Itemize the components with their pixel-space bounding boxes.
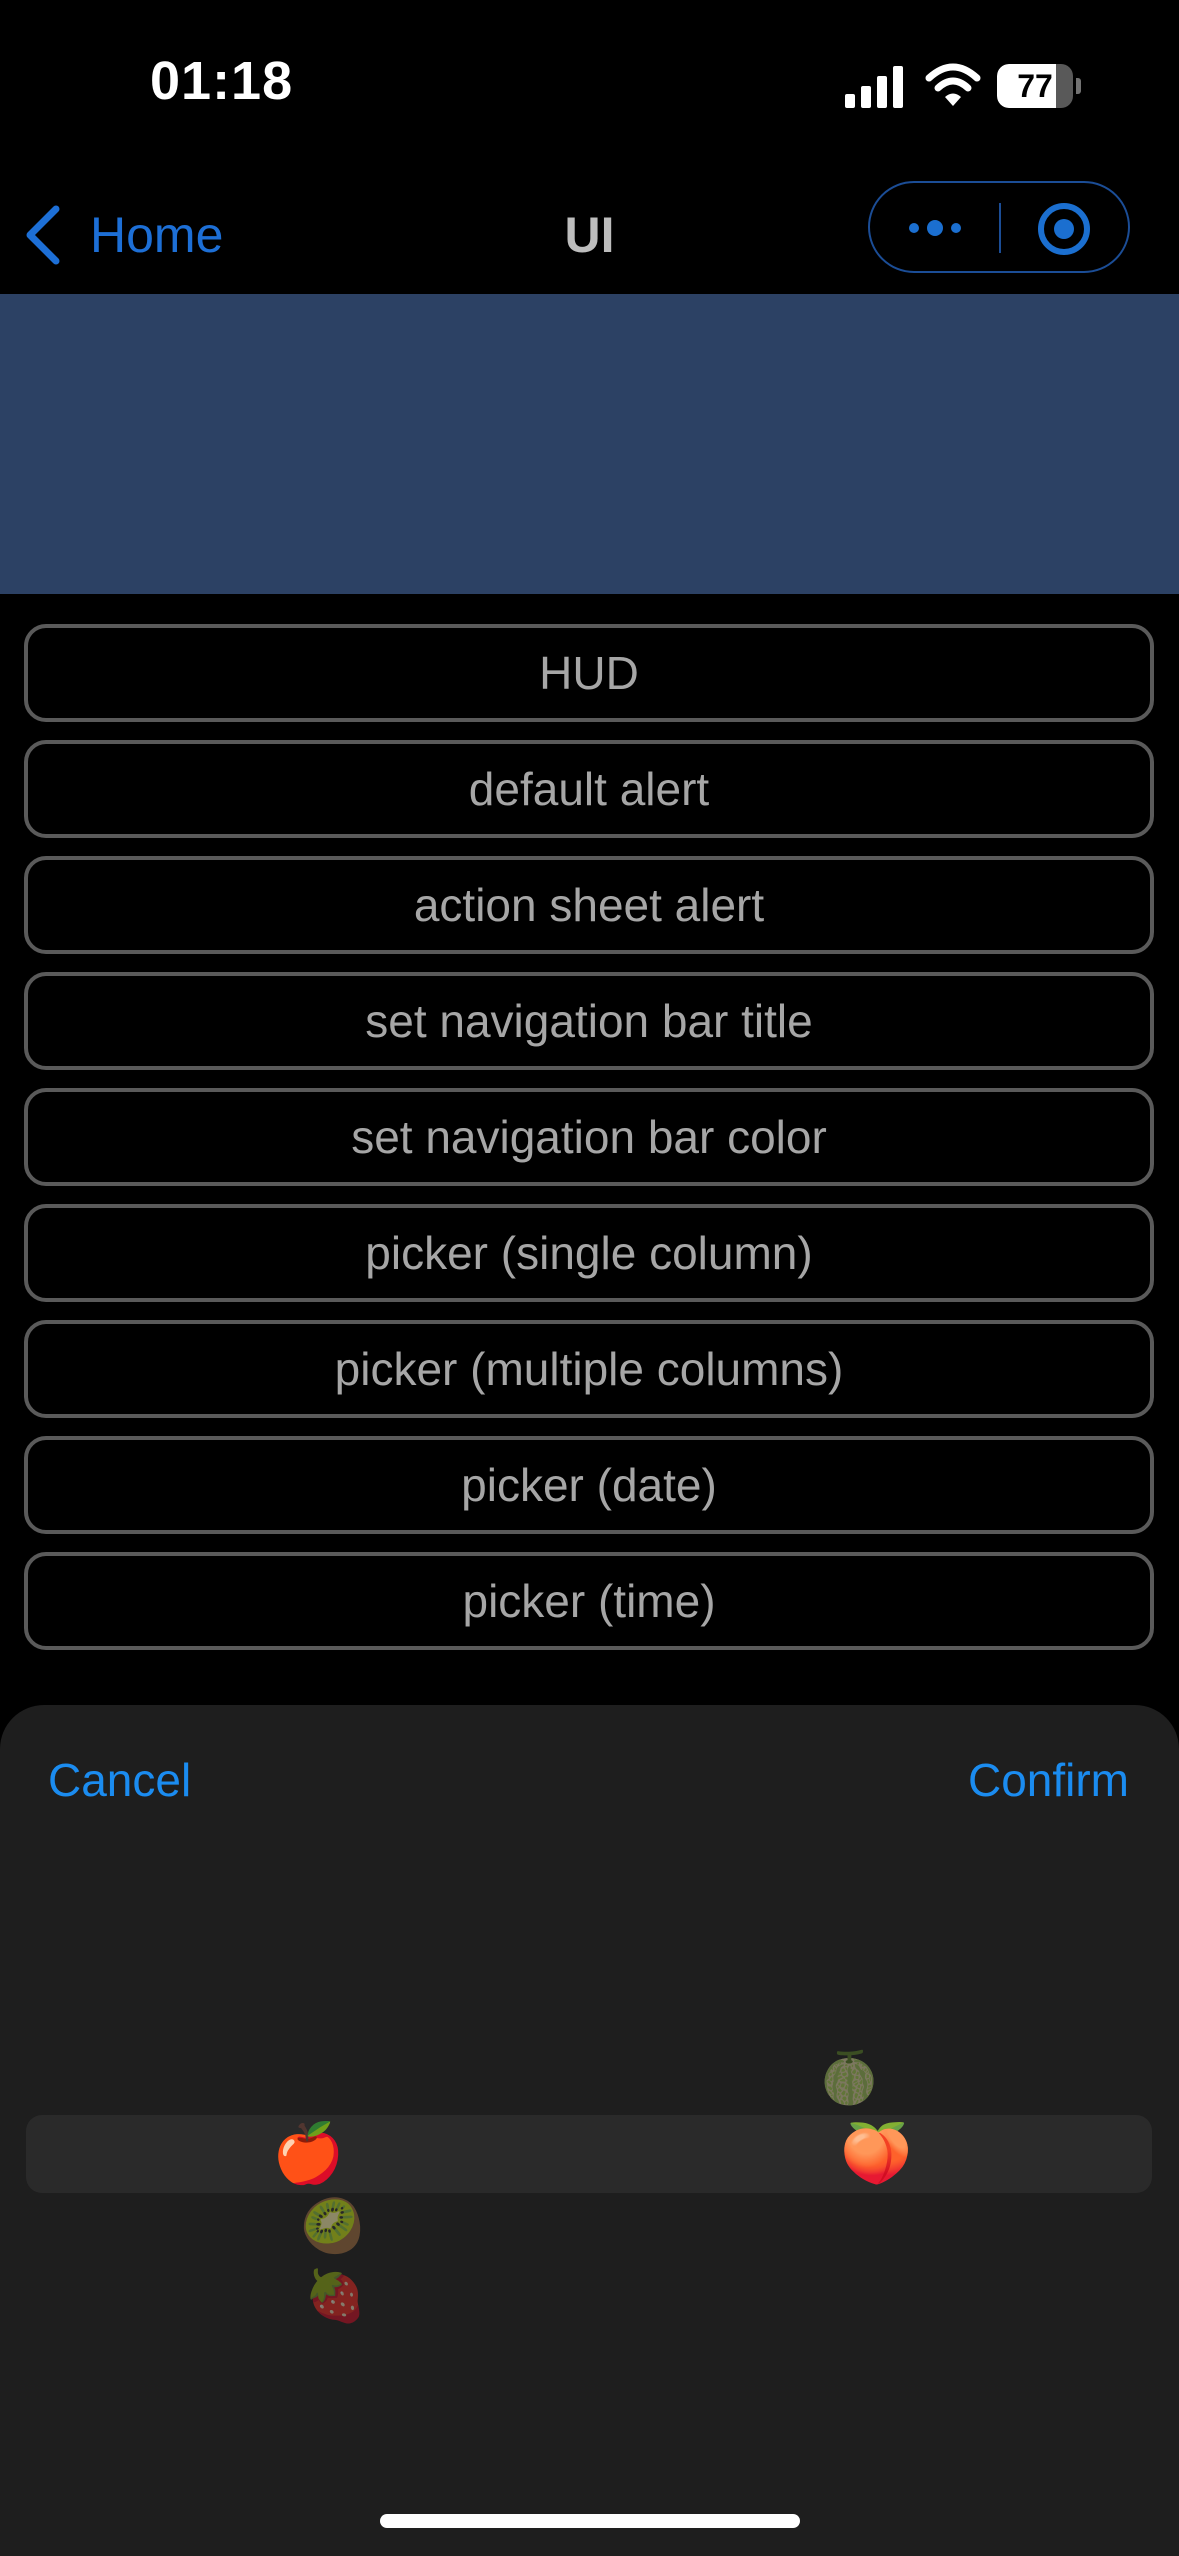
set-navigation-bar-title-button[interactable]: set navigation bar title — [24, 972, 1154, 1070]
picker-multiple-columns-button[interactable]: picker (multiple columns) — [24, 1320, 1154, 1418]
capsule-divider — [999, 203, 1001, 253]
home-indicator — [380, 2514, 800, 2528]
picker-item-kiwi[interactable]: 🥝 — [300, 2201, 365, 2253]
picker-item-strawberry[interactable]: 🍓 — [304, 2271, 366, 2321]
header-banner — [0, 294, 1179, 594]
picker-item-peach[interactable]: 🍑 — [840, 2125, 912, 2183]
close-target-icon[interactable] — [1036, 201, 1092, 257]
button-list: HUD default alert action sheet alert set… — [24, 624, 1154, 1668]
status-time: 01:18 — [150, 51, 294, 111]
confirm-button[interactable]: Confirm — [968, 1753, 1129, 1807]
navigation-bar: Home UI — [0, 175, 1179, 295]
picker-sheet: Cancel Confirm 🍎 🥝 🍓 🍈 🍑 — [0, 1705, 1179, 2556]
status-bar: 01:18 77 — [0, 0, 1179, 175]
picker-item-melon[interactable]: 🍈 — [818, 2053, 880, 2103]
screen: 01:18 77 Home UI HUD default alert actio… — [0, 0, 1179, 2556]
picker-single-column-button[interactable]: picker (single column) — [24, 1204, 1154, 1302]
picker-item-apple[interactable]: 🍎 — [272, 2125, 344, 2183]
default-alert-button[interactable]: default alert — [24, 740, 1154, 838]
battery-level: 77 — [1017, 68, 1053, 104]
picker-time-button[interactable]: picker (time) — [24, 1552, 1154, 1650]
more-options-icon[interactable] — [900, 210, 970, 246]
battery-icon: 77 — [997, 64, 1081, 108]
cancel-button[interactable]: Cancel — [48, 1753, 191, 1807]
wifi-icon — [925, 63, 981, 106]
hud-button[interactable]: HUD — [24, 624, 1154, 722]
mini-program-capsule — [868, 181, 1130, 273]
picker-date-button[interactable]: picker (date) — [24, 1436, 1154, 1534]
set-navigation-bar-color-button[interactable]: set navigation bar color — [24, 1088, 1154, 1186]
action-sheet-alert-button[interactable]: action sheet alert — [24, 856, 1154, 954]
cellular-signal-icon — [845, 66, 903, 108]
picker-selection-highlight — [26, 2115, 1152, 2193]
